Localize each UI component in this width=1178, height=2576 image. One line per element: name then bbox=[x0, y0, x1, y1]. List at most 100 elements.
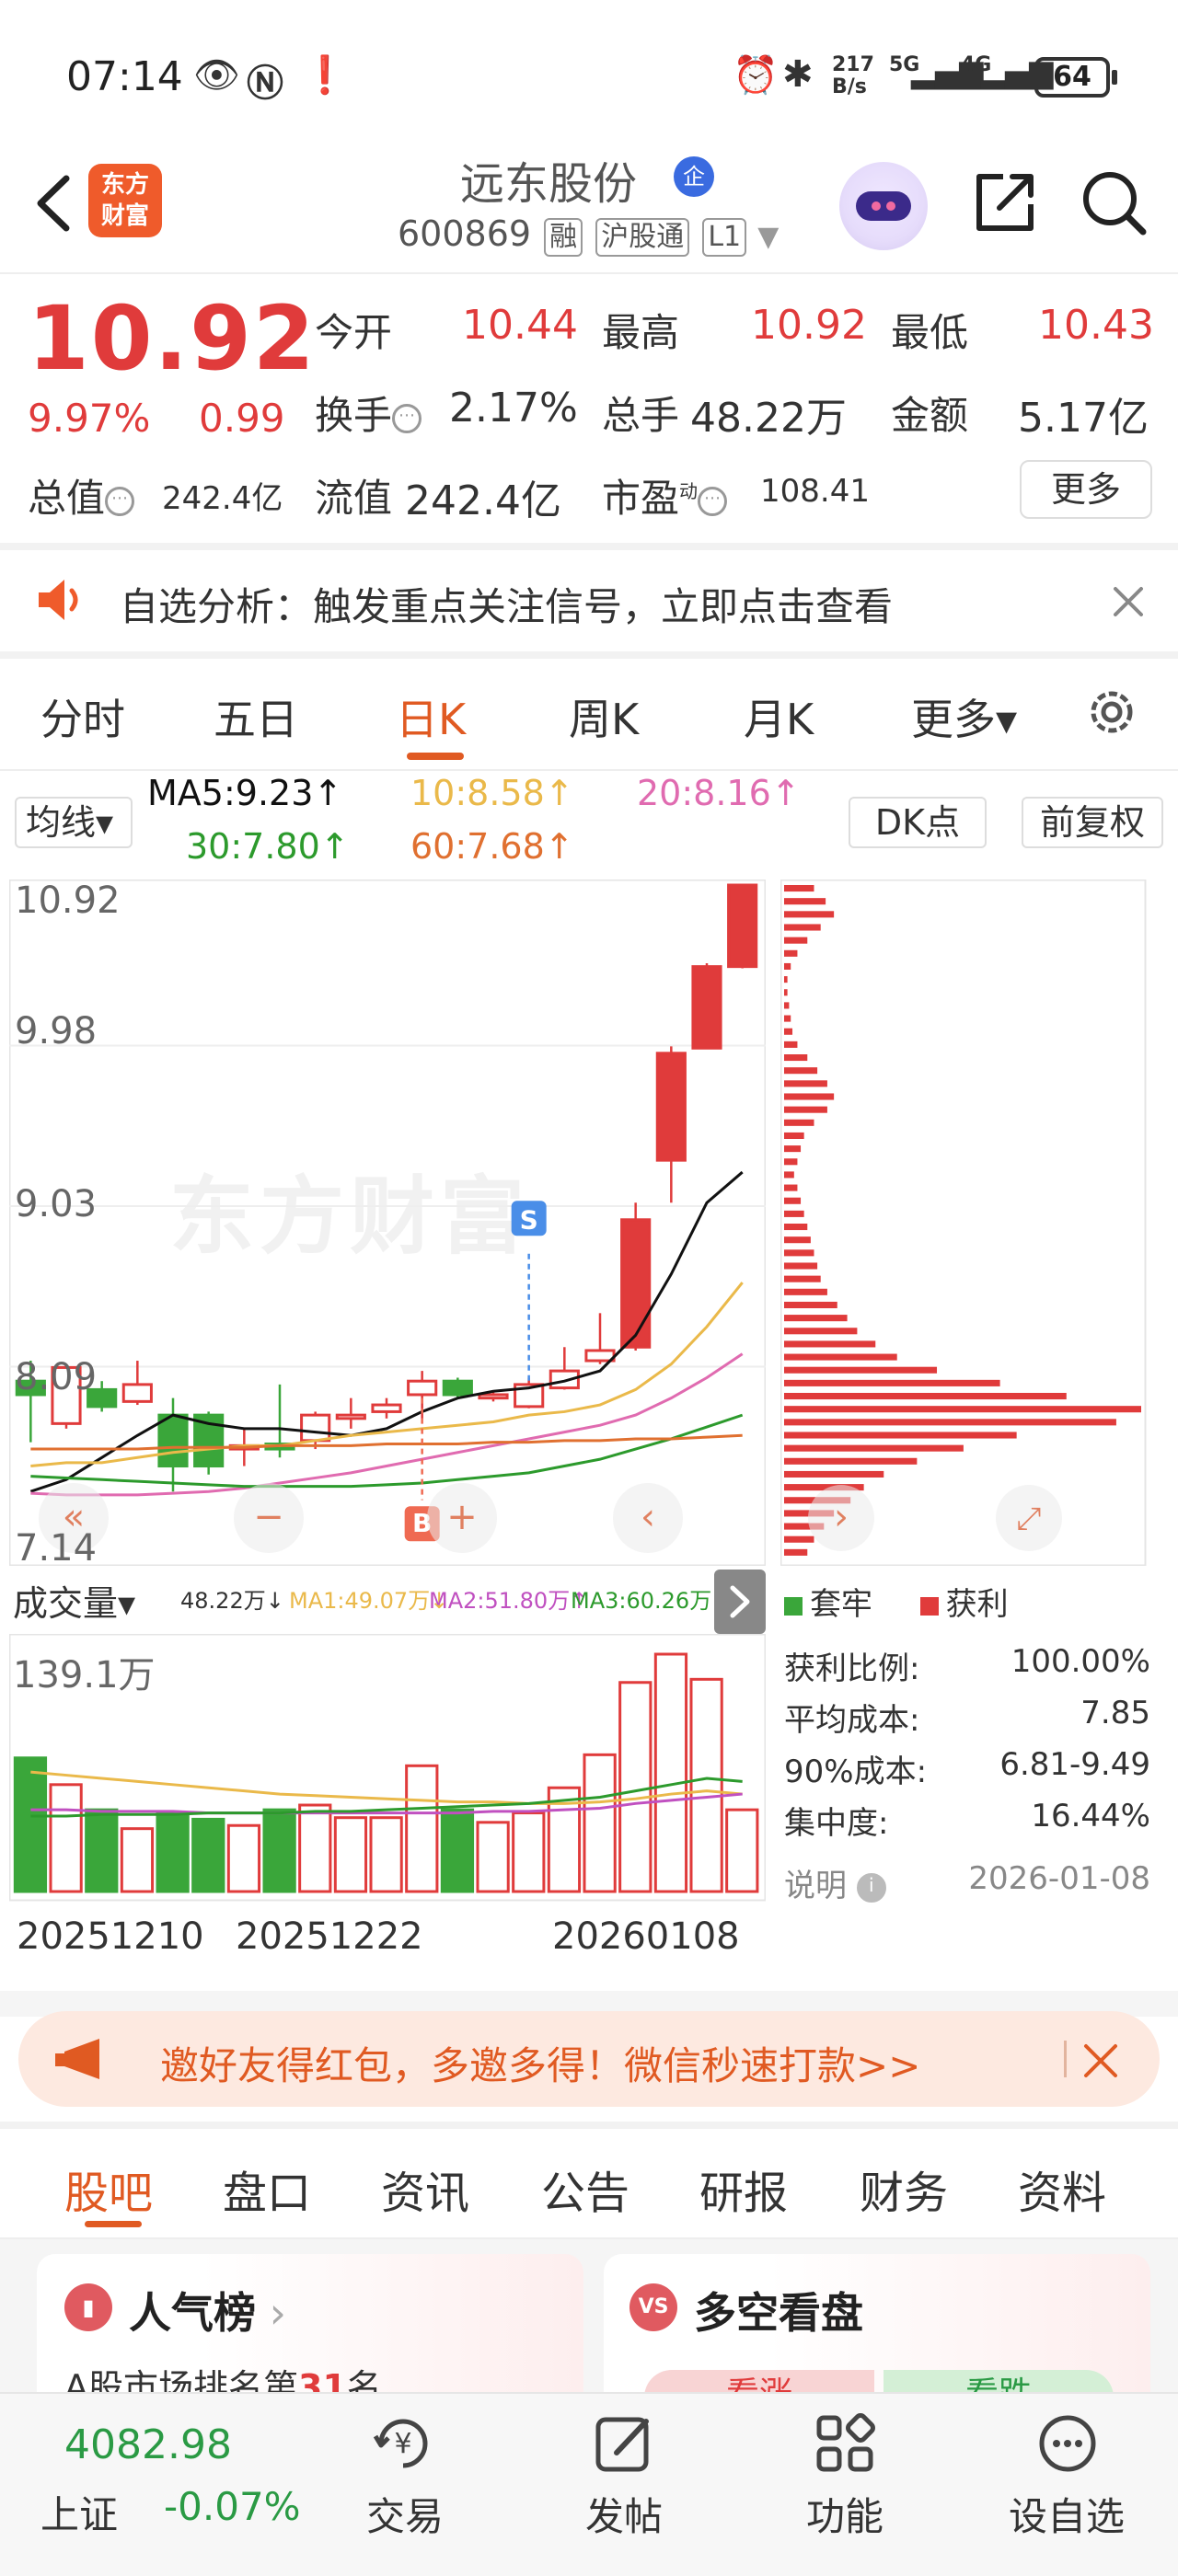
chip-bar bbox=[784, 1249, 814, 1257]
tab-intraday[interactable]: 分时 bbox=[40, 686, 125, 747]
tab-research[interactable]: 研报 bbox=[699, 2156, 788, 2221]
tab-monthly-k[interactable]: 月K bbox=[744, 686, 814, 747]
change-percent: 9.97% bbox=[28, 396, 151, 441]
tab-daily-k[interactable]: 日K bbox=[396, 686, 466, 747]
stat-value: 6.81-9.49 bbox=[999, 1746, 1150, 1783]
ma20-value: 20:8.16↑ bbox=[637, 773, 801, 813]
back-arrow-icon[interactable] bbox=[26, 171, 81, 236]
high-label: 最高 bbox=[602, 310, 680, 355]
expand-glyph: ⤢ bbox=[1016, 1501, 1041, 1537]
volume-indicator-selector[interactable]: 成交量▾ bbox=[13, 1575, 135, 1626]
mktcap-value: 242.4亿 bbox=[162, 480, 283, 517]
stat-label: 90%成本: bbox=[784, 1754, 928, 1790]
volume-bar bbox=[618, 1681, 653, 1893]
nav-functions[interactable]: 功能 bbox=[806, 2486, 884, 2542]
float-value: 242.4亿 bbox=[405, 477, 561, 524]
tab-profile[interactable]: 资料 bbox=[1018, 2156, 1106, 2221]
date-label: 20260108 bbox=[552, 1915, 740, 1958]
info-icon[interactable]: ⋯ bbox=[105, 486, 135, 516]
volume-max-label: 139.1万 bbox=[13, 1654, 156, 1696]
info-icon[interactable]: ⋯ bbox=[392, 403, 422, 433]
more-dots-icon[interactable] bbox=[1033, 2409, 1103, 2478]
chip-bar bbox=[784, 1288, 827, 1295]
candle-body bbox=[157, 1413, 189, 1468]
dk-point-button[interactable]: DK点 bbox=[849, 797, 987, 848]
tab-more[interactable]: 更多▾ bbox=[911, 686, 1017, 747]
explain-link[interactable]: 说明 i bbox=[784, 1860, 886, 1905]
trade-icon[interactable]: ¥ bbox=[368, 2409, 438, 2478]
change-amount: 0.99 bbox=[199, 396, 285, 441]
chip-bar bbox=[784, 1184, 798, 1191]
nav-add-watchlist[interactable]: 设自选 bbox=[1009, 2486, 1125, 2542]
tab-guba[interactable]: 股吧 bbox=[64, 2156, 153, 2221]
popularity-title[interactable]: 人气榜 › bbox=[129, 2280, 286, 2340]
next-glyph: › bbox=[834, 1496, 849, 1538]
gear-icon[interactable] bbox=[1084, 684, 1139, 740]
candle-body bbox=[371, 1403, 402, 1413]
close-icon[interactable] bbox=[1108, 581, 1149, 622]
price-tick: 9.03 bbox=[15, 1183, 98, 1225]
chip-bar bbox=[784, 1548, 808, 1556]
volume-bar bbox=[476, 1821, 510, 1893]
functions-grid-icon[interactable] bbox=[810, 2409, 880, 2478]
ma10-value: 10:8.58↑ bbox=[410, 773, 574, 813]
tab-news[interactable]: 资讯 bbox=[381, 2156, 469, 2221]
candle-body bbox=[727, 883, 758, 969]
tab-weekly-k[interactable]: 周K bbox=[569, 686, 639, 747]
net-speed-top: 217 bbox=[832, 53, 874, 76]
index-name[interactable]: 上证 bbox=[40, 2484, 118, 2540]
close-icon[interactable] bbox=[1080, 2041, 1121, 2081]
chip-bar bbox=[784, 1353, 897, 1361]
chip-bar bbox=[784, 976, 788, 983]
chip-bar bbox=[784, 1106, 827, 1113]
chip-bar bbox=[784, 1470, 884, 1478]
chip-bar bbox=[784, 1028, 793, 1035]
stock-code-row[interactable]: 600869 融 沪股通 L1 ▼ bbox=[398, 213, 779, 257]
index-value[interactable]: 4082.98 bbox=[64, 2421, 232, 2468]
volume-bar bbox=[369, 1816, 403, 1893]
chip-bar bbox=[784, 1366, 938, 1374]
tab-order-book[interactable]: 盘口 bbox=[223, 2156, 311, 2221]
section-gap bbox=[0, 2122, 1178, 2129]
overlay-glyph: + bbox=[446, 1496, 478, 1538]
adjust-mode-button[interactable]: 前复权 bbox=[1022, 797, 1163, 848]
search-icon[interactable] bbox=[1077, 166, 1150, 239]
megaphone-icon bbox=[55, 2039, 99, 2079]
bull-bear-title[interactable]: 多空看盘 bbox=[694, 2280, 863, 2340]
promo-text[interactable]: 邀好友得红包，多邀多得！微信秒速打款>> bbox=[160, 2035, 920, 2091]
post-edit-icon[interactable] bbox=[589, 2409, 659, 2478]
notice-text[interactable]: 自选分析：触发重点关注信号，立即点击查看 bbox=[120, 576, 893, 632]
ma-selector[interactable]: 均线▾ bbox=[15, 797, 133, 848]
stat-label: 获利比例: bbox=[784, 1650, 920, 1687]
nav-trade[interactable]: 交易 bbox=[366, 2486, 444, 2542]
nav-post[interactable]: 发帖 bbox=[585, 2486, 663, 2542]
chip-bar bbox=[784, 1236, 811, 1244]
tab-announcements[interactable]: 公告 bbox=[541, 2156, 629, 2221]
sell-marker-label: S bbox=[520, 1204, 538, 1235]
turnover-label: 换手 ⋯ bbox=[315, 385, 422, 441]
chip-date: 2026-01-08 bbox=[968, 1860, 1150, 1897]
low-label: 最低 bbox=[891, 310, 969, 355]
eastmoney-logo[interactable]: 东方 财富 bbox=[88, 164, 162, 237]
tab-finance[interactable]: 财务 bbox=[860, 2156, 948, 2221]
chip-bar bbox=[784, 1301, 837, 1308]
info-icon[interactable]: ⋯ bbox=[698, 486, 728, 516]
next-indicator-button[interactable] bbox=[714, 1570, 766, 1634]
bar-chart-icon: ▮ bbox=[64, 2283, 112, 2331]
chip-bar bbox=[784, 1535, 814, 1543]
battery-icon: 64 bbox=[1034, 57, 1110, 98]
divider bbox=[0, 769, 1178, 771]
volume-bar bbox=[405, 1764, 439, 1893]
candlestick-chart[interactable]: SB« − + ‹ bbox=[9, 880, 766, 1566]
stat-value: 7.85 bbox=[1080, 1695, 1150, 1731]
index-change[interactable]: -0.07% bbox=[164, 2484, 301, 2529]
more-button[interactable]: 更多 bbox=[1020, 460, 1152, 519]
tab-five-day[interactable]: 五日 bbox=[214, 686, 298, 747]
share-icon[interactable] bbox=[966, 166, 1040, 239]
candle-body bbox=[442, 1379, 473, 1397]
stat-label: 平均成本: bbox=[784, 1702, 920, 1739]
chip-distribution-chart[interactable]: › ⤢ bbox=[780, 880, 1149, 1566]
stat-label: 集中度: bbox=[784, 1805, 889, 1842]
trapped-swatch bbox=[784, 1596, 803, 1616]
volume-bar bbox=[583, 1753, 617, 1893]
